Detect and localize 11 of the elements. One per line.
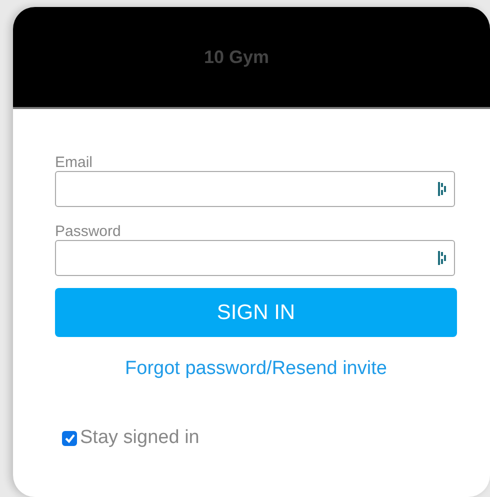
field-label: Email [55,154,94,171]
input-field[interactable] [55,240,455,276]
checkbox[interactable] [62,430,77,446]
password-manager-icon[interactable] [438,251,446,265]
app-title: 10 Gym [204,46,270,68]
checkbox-label: Stay signed in [80,427,200,449]
forgot-password-link[interactable]: Forgot password/Resend invite [125,358,387,380]
field-label: Password [55,223,122,240]
sign-in-button[interactable]: SIGN IN [55,288,457,337]
password-manager-icon[interactable] [438,182,446,196]
input-field[interactable] [55,171,455,207]
